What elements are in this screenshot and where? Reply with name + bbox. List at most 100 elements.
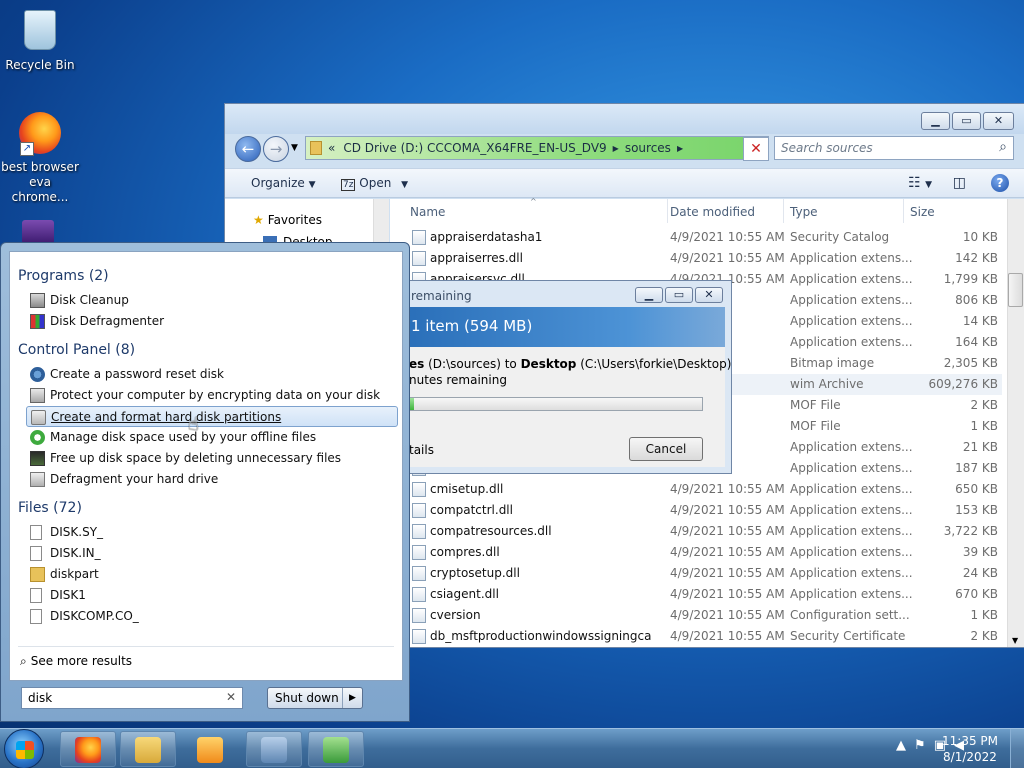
- start-button[interactable]: [4, 729, 44, 768]
- breadcrumb-drive[interactable]: CD Drive (D:) CCCOMA_X64FRE_EN-US_DV9: [343, 141, 606, 155]
- table-row[interactable]: compatresources.dll 4/9/2021 10:55 AM Appl…: [390, 521, 1002, 542]
- sort-arrow-icon: ^: [530, 197, 537, 206]
- taskbar-copy-dialog[interactable]: [308, 731, 364, 767]
- scrollbar-thumb[interactable]: [1008, 273, 1023, 307]
- result-password-reset-disk[interactable]: Create a password reset disk: [26, 364, 398, 385]
- action-center-icon[interactable]: ⚑: [914, 738, 926, 753]
- result-file[interactable]: DISKCOMP.CO_: [26, 606, 398, 627]
- nav-item-favorites[interactable]: ★ Favorites: [253, 213, 322, 227]
- dialog-close-button[interactable]: ✕: [695, 287, 723, 303]
- search-input[interactable]: Search sources ⌕: [774, 136, 1014, 160]
- maximize-button[interactable]: ▭: [952, 112, 981, 130]
- open-button[interactable]: 7z Open ▼: [341, 176, 408, 191]
- file-size: 1,799 KB: [943, 272, 998, 286]
- result-disk-cleanup[interactable]: Disk Cleanup: [26, 290, 398, 311]
- explorer-titlebar[interactable]: ▁ ▭ ✕: [225, 104, 1024, 134]
- desktop-icon-recycle-bin[interactable]: Recycle Bin: [0, 8, 80, 73]
- taskbar-firefox[interactable]: [60, 731, 116, 767]
- file-name: compres.dll: [430, 545, 500, 559]
- result-free-disk-space[interactable]: Free up disk space by deleting unnecessa…: [26, 448, 398, 469]
- result-folder[interactable]: diskpart: [26, 564, 398, 585]
- column-header-date[interactable]: Date modified: [670, 199, 784, 223]
- table-row[interactable]: csiagent.dll 4/9/2021 10:55 AM Application…: [390, 584, 1002, 605]
- show-desktop-button[interactable]: [1010, 729, 1024, 768]
- desktop-icon-partial[interactable]: [22, 220, 54, 244]
- clear-search-icon[interactable]: ✕: [226, 690, 236, 704]
- firefox-icon: [75, 737, 101, 763]
- taskbar-media-player[interactable]: [182, 731, 238, 767]
- file-list-scrollbar[interactable]: ▼: [1007, 199, 1024, 647]
- taskbar-network[interactable]: [246, 731, 302, 767]
- result-create-format-partitions[interactable]: Create and format hard disk partitions: [26, 406, 398, 427]
- scroll-down-icon[interactable]: ▼: [1012, 636, 1018, 645]
- group-header-programs[interactable]: Programs (2): [18, 268, 109, 284]
- view-options-icon[interactable]: ☷ ▼: [908, 175, 932, 191]
- clock[interactable]: 11:35 PM 8/1/2022: [942, 733, 998, 765]
- organize-button[interactable]: Organize ▼: [251, 176, 316, 190]
- table-row[interactable]: compres.dll 4/9/2021 10:55 AM Application …: [390, 542, 1002, 563]
- start-search-input[interactable]: disk ✕: [21, 687, 243, 709]
- column-header-size[interactable]: Size: [910, 199, 1000, 223]
- minimize-button[interactable]: ▁: [921, 112, 950, 130]
- breadcrumb-arrow-icon[interactable]: ▶: [677, 144, 683, 153]
- table-row[interactable]: cryptosetup.dll 4/9/2021 10:55 AM Applicat…: [390, 563, 1002, 584]
- group-header-files[interactable]: Files (72): [18, 500, 82, 516]
- clock-date: 8/1/2022: [943, 750, 997, 764]
- forward-button[interactable]: →: [263, 136, 289, 162]
- file-icon: [412, 608, 426, 623]
- stop-button[interactable]: ✕: [743, 137, 769, 161]
- table-row[interactable]: appraiserres.dll 4/9/2021 10:55 AM Applica…: [390, 248, 1002, 269]
- result-file[interactable]: DISK.SY_: [26, 522, 398, 543]
- shutdown-button[interactable]: Shut down ▶: [267, 687, 363, 709]
- dialog-maximize-button[interactable]: ▭: [665, 287, 693, 303]
- result-file[interactable]: DISK1: [26, 585, 398, 606]
- result-defragment-drive[interactable]: Defragment your hard drive: [26, 469, 398, 490]
- result-file[interactable]: DISK.IN_: [26, 543, 398, 564]
- shutdown-options-icon[interactable]: ▶: [342, 688, 362, 708]
- file-name: cryptosetup.dll: [430, 566, 520, 580]
- recent-pages-dropdown[interactable]: ▼: [291, 143, 298, 153]
- file-date: 4/9/2021 10:55 AM: [670, 545, 785, 559]
- file-size: 142 KB: [955, 251, 998, 265]
- column-header-name[interactable]: Name: [410, 199, 668, 223]
- tray-overflow-icon[interactable]: ▲: [896, 738, 906, 753]
- disk-cleanup-icon: [30, 293, 45, 308]
- media-player-icon: [197, 737, 223, 763]
- file-type: Application extens...: [790, 251, 913, 265]
- search-icon[interactable]: ⌕: [999, 139, 1007, 155]
- table-row[interactable]: appraiserdatasha1 4/9/2021 10:55 AM Securi…: [390, 227, 1002, 248]
- file-size: 2,305 KB: [943, 356, 998, 370]
- see-more-results-link[interactable]: ⌕ See more results: [20, 654, 132, 669]
- breadcrumb-arrow-icon[interactable]: ▶: [613, 144, 619, 153]
- breadcrumb-prefix[interactable]: «: [328, 141, 335, 155]
- file-size: 21 KB: [962, 440, 998, 454]
- desktop-icon-browser[interactable]: ↗ best browser eva chrome...: [0, 112, 80, 205]
- file-name: appraiserdatasha1: [430, 230, 543, 244]
- column-header-type[interactable]: Type: [790, 199, 904, 223]
- clock-time: 11:35 PM: [942, 734, 998, 748]
- cancel-button[interactable]: Cancel: [629, 437, 703, 461]
- result-offline-files[interactable]: Manage disk space used by your offline f…: [26, 427, 398, 448]
- file-type: MOF File: [790, 419, 841, 433]
- close-button[interactable]: ✕: [983, 112, 1014, 130]
- table-row[interactable]: cversion 4/9/2021 10:55 AM Configuration s…: [390, 605, 1002, 626]
- address-bar[interactable]: « CD Drive (D:) CCCOMA_X64FRE_EN-US_DV9 …: [305, 136, 769, 160]
- star-icon: ★: [253, 213, 264, 227]
- back-button[interactable]: ←: [235, 136, 261, 162]
- table-row[interactable]: compatctrl.dll 4/9/2021 10:55 AM Applicati…: [390, 500, 1002, 521]
- result-disk-defragmenter[interactable]: Disk Defragmenter: [26, 311, 398, 332]
- taskbar-explorer[interactable]: [120, 731, 176, 767]
- file-size: 1 KB: [970, 608, 998, 622]
- dialog-minimize-button[interactable]: ▁: [635, 287, 663, 303]
- result-encrypt-disk[interactable]: Protect your computer by encrypting data…: [26, 385, 398, 406]
- preview-pane-icon[interactable]: ◫: [953, 175, 966, 191]
- copy-progress-dialog[interactable]: remaining ▁ ▭ ✕ 1 item (594 MB) es (D:\s…: [402, 280, 732, 474]
- group-header-control-panel[interactable]: Control Panel (8): [18, 342, 135, 358]
- dialog-body: es (D:\sources) to Desktop (C:\Users\for…: [407, 347, 731, 467]
- start-menu[interactable]: Programs (2) Disk Cleanup Disk Defragmen…: [0, 242, 410, 722]
- breadcrumb-folder[interactable]: sources: [625, 141, 671, 155]
- more-details-toggle[interactable]: tails: [409, 443, 434, 457]
- table-row[interactable]: db_msftproductionwindowssigningca 4/9/202…: [390, 626, 1002, 647]
- table-row[interactable]: cmisetup.dll 4/9/2021 10:55 AM Application…: [390, 479, 1002, 500]
- help-icon[interactable]: ?: [991, 174, 1009, 192]
